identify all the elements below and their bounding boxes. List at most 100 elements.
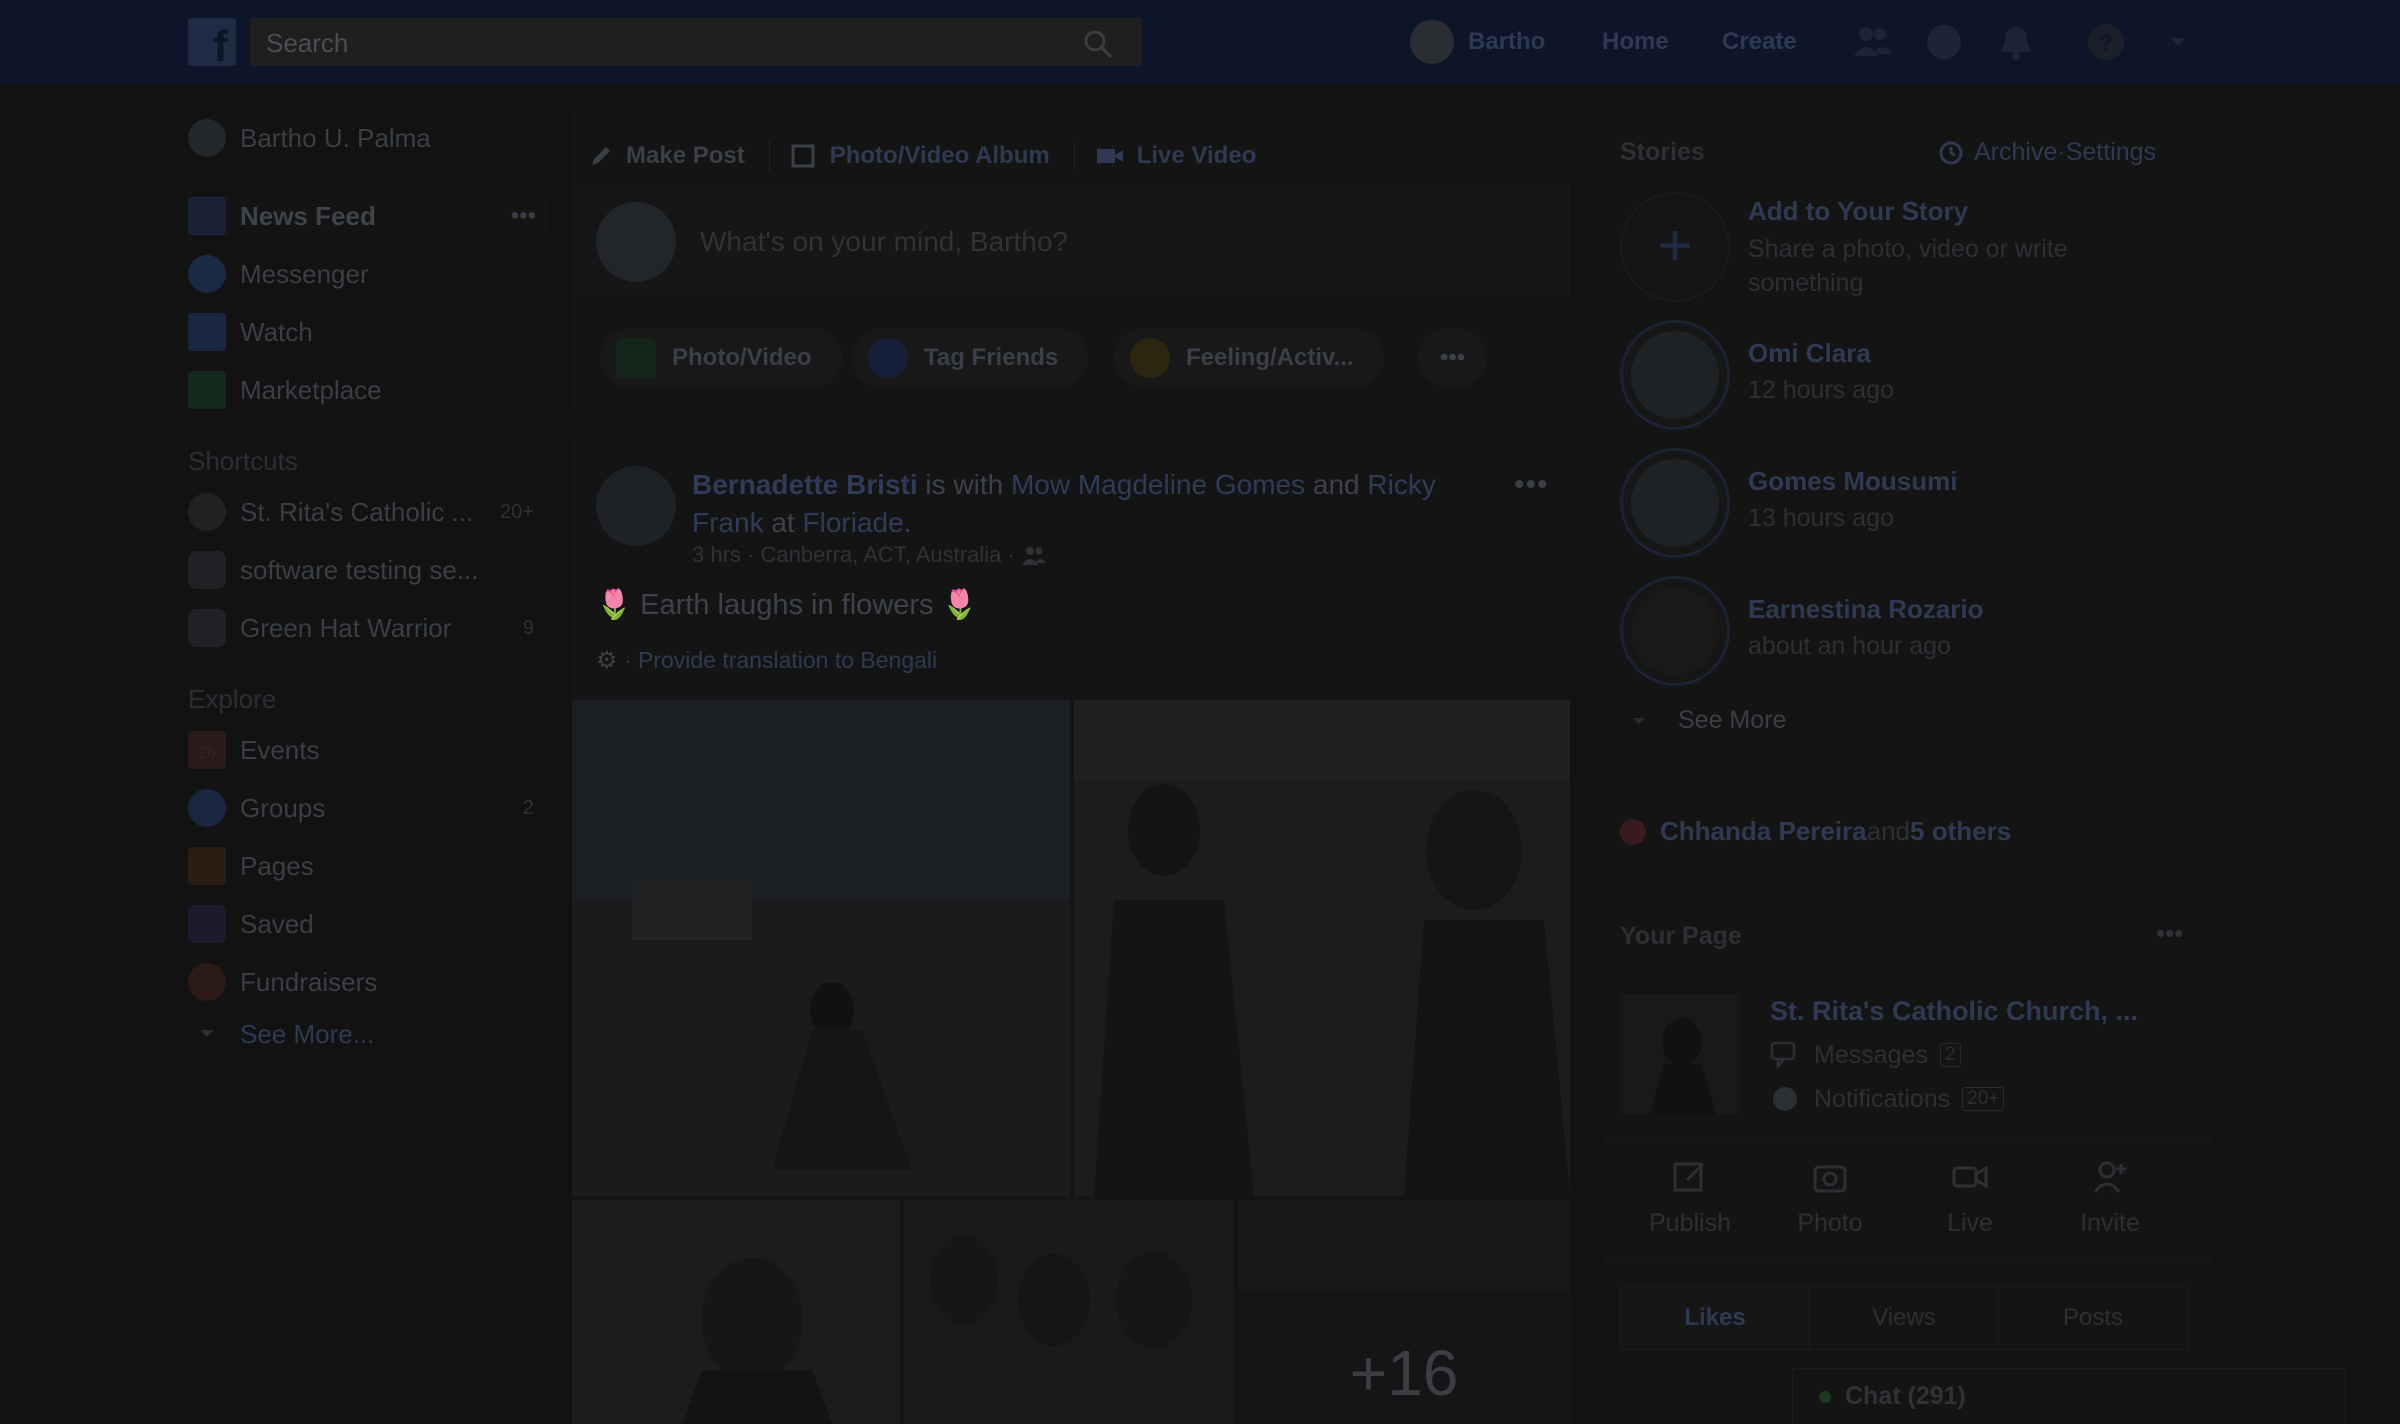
search-box[interactable] [250, 18, 1142, 68]
sidebar-item-saved[interactable]: Saved [188, 904, 548, 944]
divider [768, 141, 770, 171]
sidebar-item-pages[interactable]: Pages [188, 846, 548, 886]
see-more-stories[interactable]: See More [1628, 706, 1786, 735]
story-item[interactable]: Gomes Mousumi 13 hours ago [1620, 448, 2200, 560]
divider [1073, 141, 1075, 171]
translation-link[interactable]: ⚙ · Provide translation to Bengali [596, 646, 937, 675]
page-messages-row[interactable]: Messages 2 [1770, 1040, 1961, 1070]
messenger-icon[interactable] [1922, 20, 1966, 64]
more-options-button[interactable]: ••• [1418, 328, 1488, 388]
shortcut-item[interactable]: software testing se... [188, 550, 548, 590]
sidebar-item-watch[interactable]: Watch [188, 312, 548, 352]
live-button[interactable]: Live [1910, 1158, 2030, 1238]
archive-link[interactable]: Archive [1974, 138, 2057, 167]
see-more-label: See More [1678, 706, 1787, 734]
tag-friends-button[interactable]: Tag Friends [852, 328, 1089, 388]
story-ring [1620, 576, 1730, 686]
photo-button[interactable]: Photo [1770, 1158, 1890, 1238]
post-photo[interactable] [572, 700, 1070, 1196]
post-timestamp[interactable]: 3 hrs · Canberra, ACT, Australia · [692, 542, 1021, 567]
post-photo[interactable] [1074, 700, 1570, 1196]
place-link[interactable]: Floriade [803, 507, 904, 538]
messages-label: Messages [1814, 1040, 1928, 1069]
help-icon[interactable]: ? [2084, 20, 2128, 64]
plus-icon: + [1620, 192, 1730, 302]
photo-content [930, 1236, 1192, 1348]
sidebar-profile[interactable]: Bartho U. Palma [188, 118, 548, 158]
avatar [596, 202, 676, 282]
tab-views[interactable]: Views [1810, 1287, 1999, 1349]
post-photo[interactable] [904, 1200, 1234, 1424]
page-thumbnail[interactable] [1620, 994, 1740, 1114]
page-name-link[interactable]: St. Rita's Catholic Church, ... [1770, 996, 2138, 1027]
tagged-person[interactable]: Mow Magdeline Gomes [1011, 469, 1305, 500]
post-message: Earth laughs in flowers [640, 589, 934, 621]
page-options-icon[interactable]: ••• [2156, 918, 2183, 949]
stories-links: Archive · Settings [1938, 138, 2156, 167]
more-photos-count: +16 [1349, 1337, 1459, 1409]
more-options-icon[interactable]: ••• [511, 202, 536, 230]
home-link[interactable]: Home [1602, 28, 1669, 56]
friends-privacy-icon[interactable] [1021, 545, 1047, 567]
story-author: Omi Clara [1748, 338, 1871, 368]
facebook-logo[interactable]: f [188, 18, 236, 66]
shortcut-item[interactable]: St. Rita's Catholic ... 20+ [188, 492, 548, 532]
author-avatar[interactable] [596, 466, 676, 546]
stories-title: Stories [1620, 138, 1705, 166]
album-icon [791, 144, 815, 168]
tab-photo-video-album[interactable]: Photo/Video Album [790, 142, 1050, 170]
settings-link[interactable]: Settings [2066, 138, 2156, 167]
sidebar-item-fundraisers[interactable]: Fundraisers [188, 962, 548, 1002]
action-label: Publish [1649, 1209, 1731, 1237]
sidebar-item-messenger[interactable]: Messenger [188, 254, 548, 294]
profile-link[interactable]: Bartho [1410, 18, 1545, 66]
tulip-emoji: 🌷 [941, 589, 978, 621]
button-label: Photo/Video [672, 344, 812, 371]
composer-placeholder[interactable]: What's on your mind, Bartho? [700, 226, 1068, 258]
photo-video-button[interactable]: Photo/Video [600, 328, 842, 388]
camera-icon [1813, 1165, 1847, 1193]
button-label: Feeling/Activ... [1186, 344, 1354, 371]
tab-posts[interactable]: Posts [1999, 1287, 2187, 1349]
tab-live-video[interactable]: Live Video [1095, 142, 1257, 170]
add-to-story[interactable]: + Add to Your Story Share a photo, video… [1620, 192, 2200, 312]
shortcut-item[interactable]: Green Hat Warrior 9 [188, 608, 548, 648]
photo-content [572, 700, 1070, 1196]
tab-make-post[interactable]: Make Post [588, 142, 745, 170]
story-ring [1620, 320, 1730, 430]
create-link[interactable]: Create [1722, 28, 1797, 56]
post-photo[interactable] [572, 1200, 900, 1424]
see-more-link[interactable]: See More... [188, 1014, 548, 1054]
notifications-bell-icon[interactable] [1994, 20, 2038, 64]
pencil-icon [592, 147, 610, 165]
more-photos-tile[interactable]: +16 [1238, 1200, 1570, 1424]
friend-name-link[interactable]: Chhanda Pereira [1660, 816, 1867, 847]
sidebar-item-news-feed[interactable]: News Feed ••• [188, 196, 548, 236]
your-page-title: Your Page [1620, 922, 1742, 950]
tab-label: Live Video [1136, 142, 1257, 169]
chat-bar[interactable]: Chat (291) [1792, 1368, 2346, 1424]
publish-button[interactable]: Publish [1630, 1158, 1750, 1238]
search-input[interactable] [264, 18, 1068, 68]
post-options-icon[interactable]: ••• [1514, 468, 1549, 502]
invite-button[interactable]: Invite [2050, 1158, 2170, 1238]
globe-icon [1773, 1087, 1797, 1111]
author-name[interactable]: Bernadette Bristi [692, 469, 918, 500]
sidebar-item-groups[interactable]: Groups 2 [188, 788, 548, 828]
others-link[interactable]: 5 others [1910, 816, 2011, 847]
search-icon[interactable] [1082, 28, 1114, 60]
clock-icon [1939, 141, 1963, 164]
messenger-icon [188, 255, 226, 293]
friend-requests-icon[interactable] [1850, 20, 1894, 64]
tab-likes[interactable]: Likes [1621, 1287, 1810, 1349]
notification-count: 2 [522, 796, 534, 819]
story-item[interactable]: Earnestina Rozario about an hour ago [1620, 576, 2200, 688]
page-notifications-row[interactable]: Notifications 20+ [1770, 1084, 2005, 1114]
sidebar-item-events[interactable]: 26 Events [188, 730, 548, 770]
sidebar-item-marketplace[interactable]: Marketplace [188, 370, 548, 410]
chevron-down-icon[interactable] [2156, 20, 2200, 64]
add-story-subtitle: Share a photo, video or write something [1748, 235, 2068, 297]
feeling-activity-button[interactable]: Feeling/Activ... [1114, 328, 1384, 388]
story-item[interactable]: Omi Clara 12 hours ago [1620, 320, 2200, 432]
sidebar-item-label: Fundraisers [240, 966, 378, 997]
